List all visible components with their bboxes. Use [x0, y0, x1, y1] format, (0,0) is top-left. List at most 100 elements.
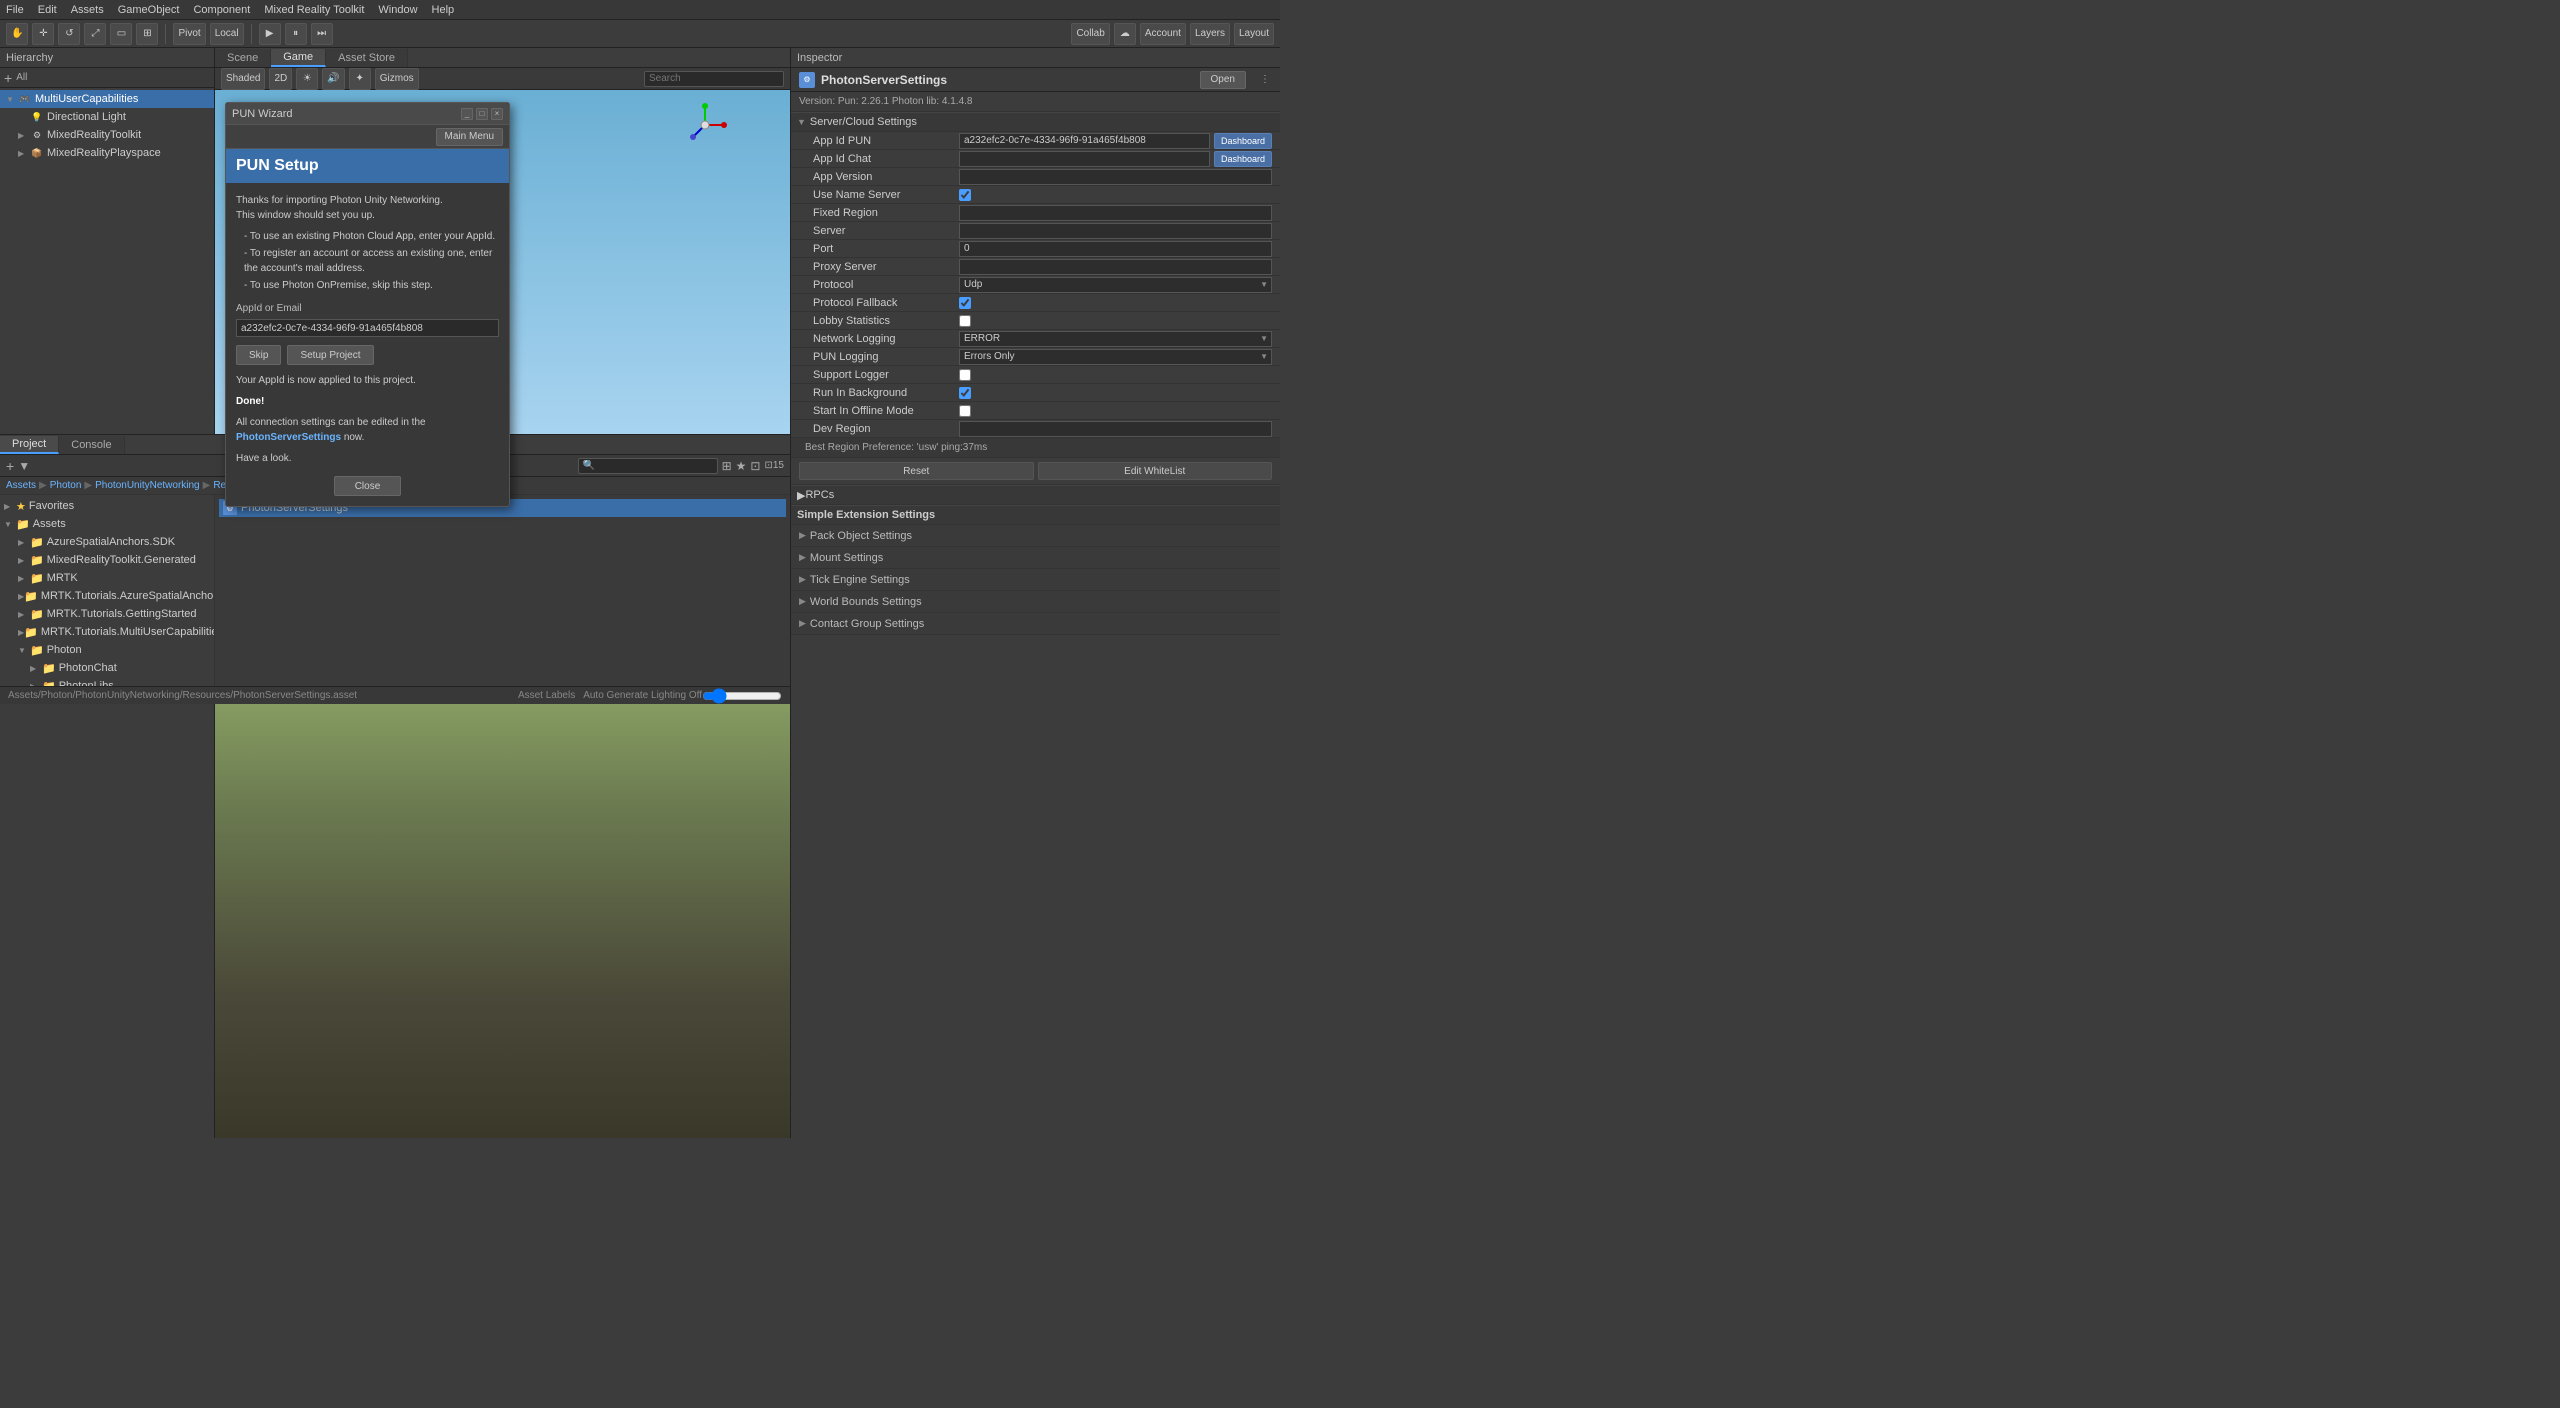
pause-btn[interactable]: ⏸ [285, 23, 307, 45]
breadcrumb-assets[interactable]: Assets [6, 480, 36, 491]
protocol-fallback-checkbox[interactable] [959, 297, 971, 309]
minimize-btn[interactable]: _ [461, 108, 473, 120]
port-input[interactable] [959, 241, 1272, 257]
shaded-btn[interactable]: Shaded [221, 68, 265, 90]
tab-game[interactable]: Game [271, 49, 326, 67]
tree-azure[interactable]: ▶ 📁 AzureSpatialAnchors.SDK [0, 533, 214, 551]
tick-engine-section[interactable]: ▶ Tick Engine Settings [791, 569, 1280, 591]
network-logging-dropdown[interactable]: ERROR WARNING INFO ALL [959, 331, 1272, 347]
hierarchy-item-playspace[interactable]: ▶ 📦 MixedRealityPlayspace [0, 144, 214, 162]
dashboard-btn-chat[interactable]: Dashboard [1214, 151, 1272, 167]
project-search[interactable] [578, 458, 718, 474]
project-star-btn[interactable]: ★ [736, 459, 747, 473]
hand-tool[interactable]: ✋ [6, 23, 28, 45]
2d-btn[interactable]: 2D [269, 68, 292, 90]
fixed-region-input[interactable] [959, 205, 1272, 221]
app-id-chat-input[interactable] [959, 151, 1210, 167]
tree-mrtk-azure[interactable]: ▶ 📁 MRTK.Tutorials.AzureSpatialAnchors [0, 587, 214, 605]
server-cloud-header[interactable]: ▼ Server/Cloud Settings [791, 112, 1280, 132]
support-logger-checkbox[interactable] [959, 369, 971, 381]
proxy-server-input[interactable] [959, 259, 1272, 275]
tab-project[interactable]: Project [0, 436, 59, 454]
account-btn[interactable]: Account [1140, 23, 1186, 45]
tab-asset-store[interactable]: Asset Store [326, 49, 408, 67]
close-win-btn[interactable]: × [491, 108, 503, 120]
breadcrumb-photon[interactable]: Photon [50, 480, 82, 491]
main-menu-btn[interactable]: Main Menu [436, 128, 503, 146]
edit-whitelist-btn[interactable]: Edit WhiteList [1038, 462, 1273, 480]
scale-tool[interactable]: ⤢ [84, 23, 106, 45]
project-filter-btn[interactable]: ⊞ [722, 459, 732, 473]
tab-scene[interactable]: Scene [215, 49, 271, 67]
pun-settings-link[interactable]: PhotonServerSettings [236, 432, 341, 443]
pack-object-section[interactable]: ▶ Pack Object Settings [791, 525, 1280, 547]
world-bounds-section[interactable]: ▶ World Bounds Settings [791, 591, 1280, 613]
tree-photon-libs[interactable]: ▶ 📁 PhotonLibs [0, 677, 214, 686]
cloud-btn[interactable]: ☁ [1114, 23, 1136, 45]
start-offline-checkbox[interactable] [959, 405, 971, 417]
dashboard-btn-pun[interactable]: Dashboard [1214, 133, 1272, 149]
move-tool[interactable]: ✛ [32, 23, 54, 45]
tree-assets[interactable]: ▼ 📁 Assets [0, 515, 214, 533]
open-btn[interactable]: Open [1200, 71, 1246, 89]
tree-mrtk-getting[interactable]: ▶ 📁 MRTK.Tutorials.GettingStarted [0, 605, 214, 623]
tree-mrtk-multi[interactable]: ▶ 📁 MRTK.Tutorials.MultiUserCapabilities [0, 623, 214, 641]
app-version-input[interactable] [959, 169, 1272, 185]
mount-section[interactable]: ▶ Mount Settings [791, 547, 1280, 569]
step-btn[interactable]: ⏭ [311, 23, 333, 45]
zoom-slider[interactable] [702, 688, 782, 704]
hierarchy-item-multiuser[interactable]: ▼ 🎮 MultiUserCapabilities [0, 90, 214, 108]
hierarchy-item-directional[interactable]: 💡 Directional Light [0, 108, 214, 126]
menu-window[interactable]: Window [378, 4, 417, 16]
transform-tool[interactable]: ⊞ [136, 23, 158, 45]
rotate-tool[interactable]: ↺ [58, 23, 80, 45]
app-id-pun-input[interactable] [959, 133, 1210, 149]
hierarchy-item-mrtk[interactable]: ▶ ⚙ MixedRealityToolkit [0, 126, 214, 144]
maximize-btn[interactable]: □ [476, 108, 488, 120]
layout-btn[interactable]: Layout [1234, 23, 1274, 45]
protocol-dropdown[interactable]: Udp Tcp WebSocket WebSocketSecure [959, 277, 1272, 293]
tab-console[interactable]: Console [59, 436, 124, 454]
scene-search[interactable] [644, 71, 784, 87]
tree-photon[interactable]: ▼ 📁 Photon [0, 641, 214, 659]
tree-favorites[interactable]: ▶ ★ Favorites [0, 497, 214, 515]
skip-btn[interactable]: Skip [236, 345, 281, 365]
run-in-bg-checkbox[interactable] [959, 387, 971, 399]
menu-component[interactable]: Component [193, 4, 250, 16]
use-name-server-checkbox[interactable] [959, 189, 971, 201]
audio-btn[interactable]: 🔊 [322, 68, 344, 90]
pun-logging-dropdown[interactable]: Errors Only Informational Full [959, 349, 1272, 365]
appid-input[interactable] [236, 319, 499, 337]
gizmos-btn[interactable]: Gizmos [375, 68, 419, 90]
dev-region-input[interactable] [959, 421, 1272, 437]
project-menu-btn[interactable]: ▼ [18, 459, 30, 473]
server-input[interactable] [959, 223, 1272, 239]
local-btn[interactable]: Local [210, 23, 244, 45]
contact-group-section[interactable]: ▶ Contact Group Settings [791, 613, 1280, 635]
breadcrumb-pun[interactable]: PhotonUnityNetworking [95, 480, 200, 491]
menu-mrtk[interactable]: Mixed Reality Toolkit [264, 4, 364, 16]
lobby-stats-checkbox[interactable] [959, 315, 971, 327]
rect-tool[interactable]: ▭ [110, 23, 132, 45]
setup-project-btn[interactable]: Setup Project [287, 345, 373, 365]
collab-btn[interactable]: Collab [1071, 23, 1109, 45]
menu-edit[interactable]: Edit [38, 4, 57, 16]
lighting-btn[interactable]: ☀ [296, 68, 318, 90]
menu-help[interactable]: Help [432, 4, 455, 16]
menu-gameobject[interactable]: GameObject [118, 4, 180, 16]
inspector-menu-btn[interactable]: ⋮ [1258, 73, 1272, 87]
tree-photon-chat[interactable]: ▶ 📁 PhotonChat [0, 659, 214, 677]
pivot-btn[interactable]: Pivot [173, 23, 205, 45]
menu-file[interactable]: File [6, 4, 24, 16]
tree-mrtk[interactable]: ▶ 📁 MRTK [0, 569, 214, 587]
project-add-btn[interactable]: + [6, 458, 14, 474]
close-btn[interactable]: Close [334, 476, 402, 496]
project-more-btn[interactable]: ⊡ [750, 459, 760, 473]
effects-btn[interactable]: ✦ [349, 68, 371, 90]
hierarchy-add-btn[interactable]: + [4, 70, 12, 86]
menu-assets[interactable]: Assets [71, 4, 104, 16]
play-btn[interactable]: ▶ [259, 23, 281, 45]
layers-btn[interactable]: Layers [1190, 23, 1230, 45]
rpcs-row[interactable]: ▶ RPCs [791, 485, 1280, 505]
tree-mrtk-gen[interactable]: ▶ 📁 MixedRealityToolkit.Generated [0, 551, 214, 569]
